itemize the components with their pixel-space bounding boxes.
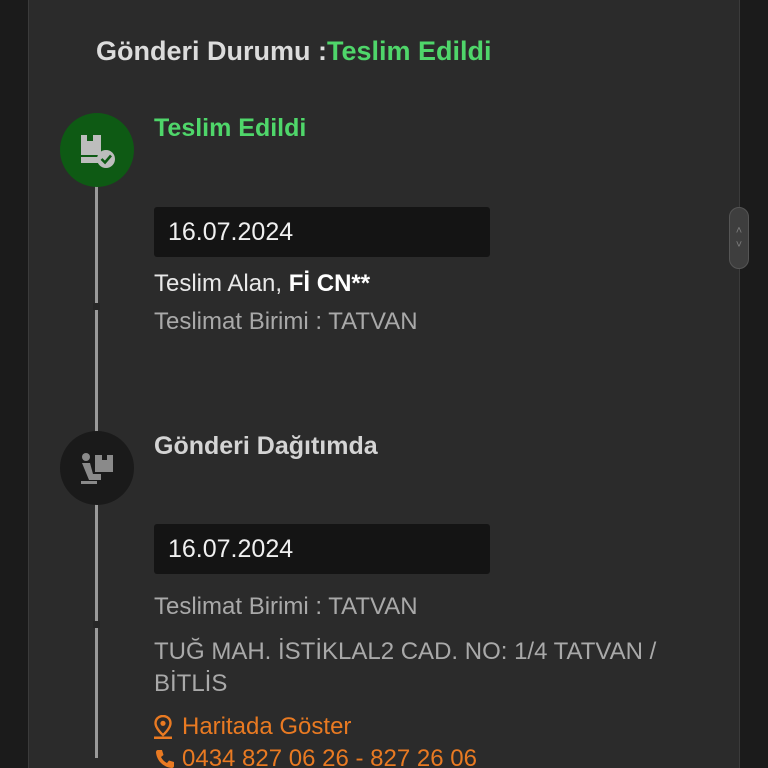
dispatch-date: 16.07.2024: [154, 524, 490, 574]
receiver-label: Teslim Alan,: [154, 270, 283, 297]
delivery-date: 16.07.2024: [154, 207, 490, 257]
shipment-status-header: Gönderi Durumu :Teslim Edildi: [96, 36, 492, 67]
dispatch-unit: Teslimat Birimi : TATVAN: [154, 593, 418, 620]
branch-phone-number: 0434 827 06 26 - 827 26 06: [182, 745, 477, 768]
receiver-name: Fİ CN**: [288, 270, 371, 297]
show-on-map-label: Haritada Göster: [182, 713, 352, 740]
timeline-line: [95, 185, 98, 435]
timeline-line: [95, 503, 98, 758]
delivery-unit: Teslimat Birimi : TATVAN: [154, 308, 418, 335]
timeline-tick: [93, 303, 100, 310]
phone-icon: [156, 750, 174, 768]
status-value: Teslim Edildi: [327, 36, 492, 66]
courier-delivery-icon: [60, 431, 134, 505]
chevron-up-icon[interactable]: ˄: [736, 225, 742, 237]
package-check-icon: [60, 113, 134, 187]
step-title-delivered: Teslim Edildi: [154, 114, 307, 142]
map-pin-icon: [154, 715, 172, 739]
step-title-out-for-delivery: Gönderi Dağıtımda: [154, 432, 378, 460]
chevron-down-icon[interactable]: ˅: [736, 239, 742, 251]
page: Gönderi Durumu :Teslim Edildi Teslim Edi…: [0, 0, 768, 768]
branch-phone-link[interactable]: 0434 827 06 26 - 827 26 06: [154, 745, 477, 768]
status-label: Gönderi Durumu :: [96, 36, 327, 66]
timeline-tick: [93, 621, 100, 628]
branch-address: TUĞ MAH. İSTİKLAL2 CAD. NO: 1/4 TATVAN /…: [154, 638, 657, 697]
receiver-info: Teslim Alan, Fİ CN**: [154, 270, 370, 298]
scroll-control[interactable]: ˄ ˅: [729, 207, 749, 269]
show-on-map-link[interactable]: Haritada Göster: [154, 713, 351, 741]
